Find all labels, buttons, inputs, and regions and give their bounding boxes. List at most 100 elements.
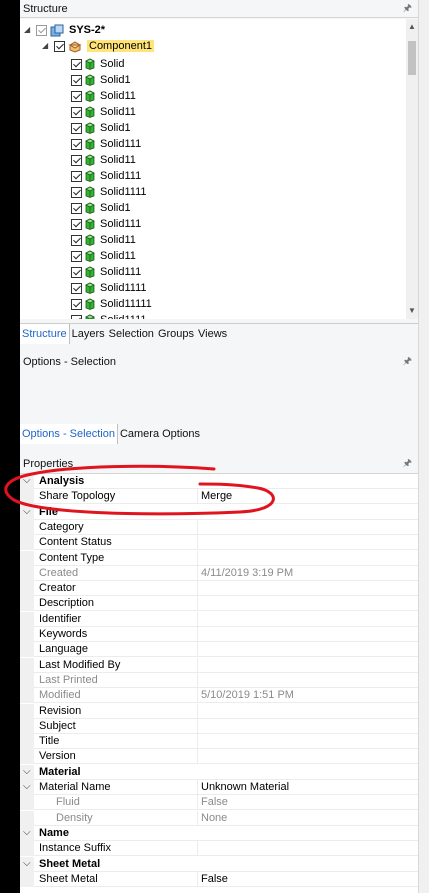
pin-icon[interactable]: 🖈	[403, 455, 412, 473]
solid-checkbox[interactable]	[71, 106, 82, 118]
property-row[interactable]: Creator	[20, 581, 418, 597]
tree-item-solid[interactable]: Solid1	[71, 200, 131, 216]
tree-item-solid[interactable]: Solid11	[71, 104, 136, 120]
property-row[interactable]: ⌵ Material Name Unknown Material	[20, 780, 418, 795]
tree-component[interactable]: ◢ Component1	[42, 38, 154, 54]
property-category[interactable]: ⌵ Name	[20, 825, 418, 841]
property-value[interactable]	[197, 718, 422, 734]
tree-item-solid[interactable]: Solid111	[71, 264, 141, 280]
tab-layers[interactable]: Layers	[70, 324, 107, 344]
solid-checkbox[interactable]	[71, 138, 82, 150]
property-row[interactable]: Identifier	[20, 611, 418, 627]
property-row[interactable]: Description	[20, 596, 418, 612]
property-category[interactable]: ⌵ Sheet Metal	[20, 856, 418, 872]
property-value[interactable]	[197, 734, 422, 750]
chevron-down-icon[interactable]: ⌵	[23, 764, 31, 779]
tab-camera-options[interactable]: Camera Options	[118, 424, 202, 444]
tree-item-solid[interactable]: Solid1111	[71, 280, 146, 296]
tab-selection[interactable]: Selection	[107, 324, 156, 344]
tab-groups[interactable]: Groups	[156, 324, 196, 344]
property-row[interactable]: Last Printed	[20, 672, 418, 688]
tab-options-selection[interactable]: Options - Selection	[20, 424, 118, 444]
tree-item-solid[interactable]: Solid1	[71, 72, 131, 88]
property-category[interactable]: ⌵ Material	[20, 764, 418, 780]
solid-checkbox[interactable]	[71, 282, 82, 294]
property-row[interactable]: Last Modified By	[20, 657, 418, 673]
scroll-thumb[interactable]	[408, 41, 416, 75]
tree-scrollbar[interactable]: ▲ ▼	[406, 19, 418, 319]
property-row[interactable]: Instance Suffix	[20, 841, 418, 857]
pin-icon[interactable]: 🖈	[403, 0, 412, 18]
tree-item-solid[interactable]: Solid11	[71, 152, 136, 168]
property-row[interactable]: Content Status	[20, 535, 418, 551]
solid-checkbox[interactable]	[71, 90, 82, 102]
chevron-down-icon[interactable]: ⌵	[23, 779, 31, 794]
property-row[interactable]: Subject	[20, 718, 418, 734]
property-row[interactable]: Created 4/11/2019 3:19 PM	[20, 565, 418, 581]
tree-item-solid[interactable]: Solid111	[71, 216, 141, 232]
tree-item-solid[interactable]: Solid11	[71, 232, 136, 248]
property-value[interactable]	[197, 703, 422, 719]
property-value[interactable]: False	[197, 871, 422, 887]
property-value[interactable]: 5/10/2019 1:51 PM	[197, 688, 422, 704]
solid-checkbox[interactable]	[71, 250, 82, 262]
property-value[interactable]	[197, 519, 422, 535]
solid-checkbox[interactable]	[71, 266, 82, 278]
property-row[interactable]: Title	[20, 734, 418, 750]
solid-checkbox[interactable]	[71, 298, 82, 310]
property-row[interactable]: Category	[20, 519, 418, 535]
property-value[interactable]	[197, 581, 422, 597]
tab-views[interactable]: Views	[196, 324, 229, 344]
property-row[interactable]: Density None	[20, 810, 418, 826]
property-value[interactable]	[197, 596, 422, 612]
property-row[interactable]: Version	[20, 749, 418, 765]
tree-item-solid[interactable]: Solid11111	[71, 296, 152, 312]
property-value[interactable]: 4/11/2019 3:19 PM	[197, 565, 422, 581]
solid-checkbox[interactable]	[71, 314, 82, 319]
tree-item-solid[interactable]: Solid1111	[71, 312, 146, 319]
scroll-up-icon[interactable]: ▲	[406, 21, 418, 33]
property-value[interactable]	[197, 642, 422, 658]
property-value[interactable]	[197, 627, 422, 642]
tree-root[interactable]: ◢ SYS-2*	[24, 22, 105, 38]
structure-tree[interactable]: ◢ SYS-2* ◢ Component1 Solid Solid1 Solid11 So…	[20, 19, 406, 319]
property-row[interactable]: Fluid False	[20, 795, 418, 811]
property-value[interactable]	[197, 672, 422, 688]
property-value[interactable]	[197, 657, 422, 673]
property-value[interactable]	[197, 611, 422, 627]
property-value[interactable]: None	[197, 810, 422, 826]
property-row[interactable]: Sheet Metal False	[20, 871, 418, 887]
solid-checkbox[interactable]	[71, 122, 82, 134]
tree-item-solid[interactable]: Solid111	[71, 168, 141, 184]
solid-checkbox[interactable]	[71, 202, 82, 214]
property-value[interactable]: False	[197, 795, 422, 811]
tree-item-solid[interactable]: Solid1111	[71, 184, 146, 200]
solid-checkbox[interactable]	[71, 58, 82, 70]
pin-icon[interactable]: 🖈	[403, 352, 412, 372]
property-row[interactable]: Keywords	[20, 627, 418, 642]
tree-item-solid[interactable]: Solid11	[71, 248, 136, 264]
property-value[interactable]	[197, 841, 422, 857]
property-row[interactable]: Modified 5/10/2019 1:51 PM	[20, 688, 418, 704]
tree-item-solid[interactable]: Solid11	[71, 88, 136, 104]
property-row[interactable]: Content Type	[20, 550, 418, 566]
solid-checkbox[interactable]	[71, 154, 82, 166]
tree-item-solid[interactable]: Solid	[71, 56, 124, 72]
scroll-down-icon[interactable]: ▼	[406, 305, 418, 317]
solid-checkbox[interactable]	[71, 186, 82, 198]
chevron-down-icon[interactable]: ⌵	[23, 825, 31, 840]
solid-checkbox[interactable]	[71, 234, 82, 246]
chevron-down-icon[interactable]: ⌵	[23, 856, 31, 871]
property-row[interactable]: Revision	[20, 703, 418, 719]
tree-item-solid[interactable]: Solid111	[71, 136, 141, 152]
property-row[interactable]: Language	[20, 642, 418, 658]
solid-checkbox[interactable]	[71, 218, 82, 230]
collapse-icon[interactable]: ◢	[24, 22, 33, 38]
root-checkbox[interactable]	[36, 24, 47, 36]
tree-item-solid[interactable]: Solid1	[71, 120, 131, 136]
collapse-icon[interactable]: ◢	[42, 38, 51, 54]
property-value[interactable]	[197, 535, 422, 551]
solid-checkbox[interactable]	[71, 74, 82, 86]
property-value[interactable]	[197, 749, 422, 765]
solid-checkbox[interactable]	[71, 170, 82, 182]
